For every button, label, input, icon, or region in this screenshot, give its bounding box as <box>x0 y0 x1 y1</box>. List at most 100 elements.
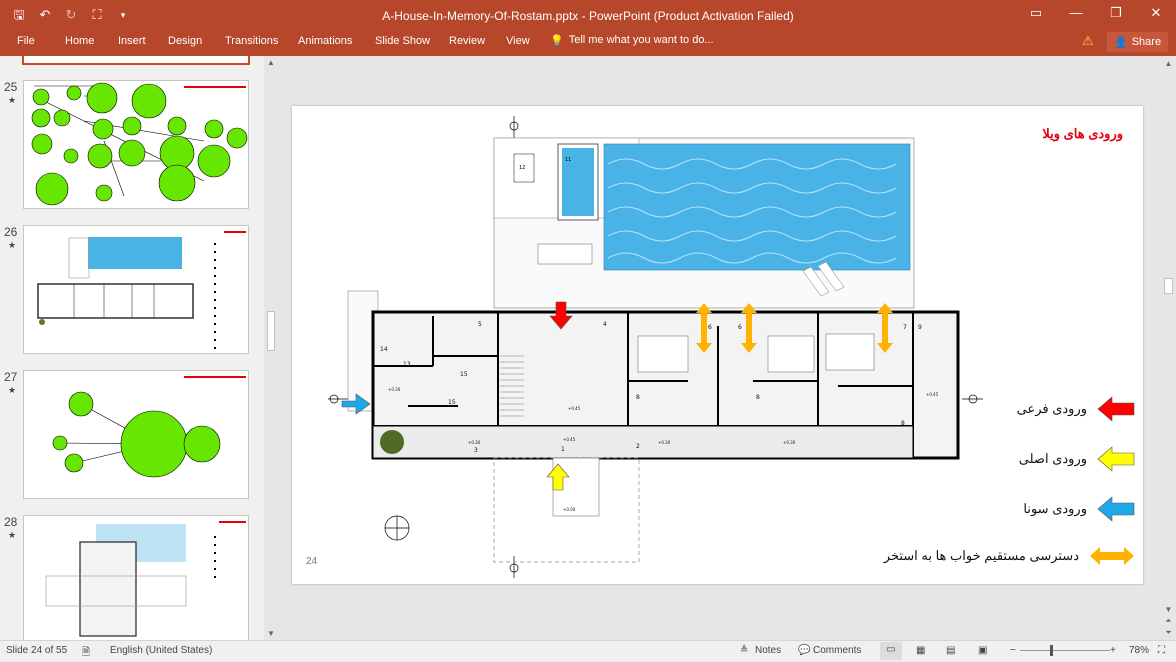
legend-label: دسترسی مستقیم خواب ها به استخر <box>883 548 1079 563</box>
previous-slide-thumbnail[interactable] <box>22 56 250 65</box>
redo-icon[interactable]: ↻ <box>62 6 80 24</box>
room-label-15b: 15 <box>460 371 468 378</box>
room-label-5: 5 <box>478 321 482 328</box>
scroll-down-icon[interactable]: ▼ <box>1161 605 1176 614</box>
tab-insert[interactable]: Insert <box>118 34 146 48</box>
level-label: +0.30 <box>658 440 671 445</box>
room-label-1: 1 <box>561 446 565 453</box>
title-bar: 🖫 ↶ ↻ ⛶ ▾ A-House-In-Memory-Of-Rostam.pp… <box>0 0 1176 32</box>
thumbnail-slide-28[interactable] <box>23 515 249 640</box>
comments-button[interactable]: Comments <box>813 645 861 656</box>
room-label-8a: 8 <box>636 394 640 401</box>
room-label-7: 7 <box>903 324 907 331</box>
room-label-12: 12 <box>519 165 525 171</box>
double-arrow-icon <box>1090 547 1134 565</box>
fit-to-window-icon[interactable]: ⛶ <box>1158 645 1165 656</box>
normal-view-icon[interactable]: ▭ <box>880 642 902 660</box>
room-label-4: 4 <box>603 321 607 328</box>
legend-label: ورودی فرعی <box>1016 401 1087 416</box>
bubble-diagram-thumbnail <box>31 82 248 206</box>
zoom-out-icon[interactable]: − <box>1010 645 1016 656</box>
tab-transitions[interactable]: Transitions <box>225 34 278 48</box>
tab-design[interactable]: Design <box>168 34 202 48</box>
thumbnail-number: 26 <box>4 225 18 239</box>
spell-check-icon[interactable]: 🗎 <box>82 645 90 662</box>
room-label-11: 11 <box>565 157 571 163</box>
scroll-thumb[interactable] <box>267 311 275 351</box>
share-button[interactable]: 👤 Share <box>1107 32 1169 52</box>
tab-file[interactable]: File <box>17 34 35 48</box>
minimize-button[interactable]: — <box>1056 0 1096 28</box>
thumbnail-scrollbar[interactable]: ▲ ▼ <box>264 56 278 640</box>
thumbnail-number: 28 <box>4 515 18 529</box>
legend-main-entry: ورودی اصلی <box>1019 446 1135 472</box>
share-label: Share <box>1131 36 1162 48</box>
floor-plan-thumbnail <box>45 521 246 637</box>
slide-page-number: 24 <box>306 556 318 567</box>
restore-button[interactable]: ❐ <box>1096 0 1136 28</box>
zoom-slider-handle[interactable] <box>1050 645 1053 656</box>
quick-access-toolbar: 🖫 ↶ ↻ ⛶ ▾ <box>10 6 132 24</box>
level-label: +0.30 <box>783 440 796 445</box>
slide-title[interactable]: ورودی های ویلا <box>1042 126 1123 142</box>
current-slide[interactable]: ورودی های ویلا 12 11 4 5 6 6 7 9 14 13 1… <box>292 106 1143 584</box>
scroll-down-icon[interactable]: ▼ <box>264 629 278 638</box>
legend-side-entry: ورودی فرعی <box>1017 396 1135 422</box>
tab-home[interactable]: Home <box>65 34 94 48</box>
save-icon[interactable]: 🖫 <box>10 6 28 24</box>
presenter-icon[interactable]: ⛶ <box>88 6 106 24</box>
thumbnail-slide-27[interactable] <box>23 370 249 499</box>
thumbnail-slide-26[interactable] <box>23 225 249 354</box>
scroll-up-icon[interactable]: ▲ <box>1161 59 1176 68</box>
room-label-9: 9 <box>918 324 922 331</box>
language-indicator[interactable]: English (United States) <box>110 645 212 656</box>
tab-slide-show[interactable]: Slide Show <box>375 34 430 48</box>
blue-arrow-icon <box>1097 496 1135 522</box>
level-label: +0.00 <box>563 507 576 512</box>
level-label: +0.45 <box>926 392 939 397</box>
animation-star-icon: ★ <box>8 530 17 540</box>
level-label: +0.45 <box>568 406 581 411</box>
zoom-level[interactable]: 78% <box>1129 645 1149 656</box>
legend-label: ورودی اصلی <box>1018 451 1087 466</box>
tab-review[interactable]: Review <box>449 34 485 48</box>
warning-icon[interactable]: ⚠ <box>1082 33 1094 49</box>
reading-view-icon[interactable]: ▤ <box>946 645 955 656</box>
previous-slide-icon[interactable]: ⏶ <box>1161 616 1176 626</box>
room-label-6a: 6 <box>708 324 712 331</box>
room-label-3: 3 <box>474 447 478 454</box>
tell-me-box[interactable]: 💡 Tell me what you want to do... <box>550 34 714 47</box>
status-bar: Slide 24 of 55 🗎 English (United States)… <box>0 640 1176 661</box>
slide-scrollbar[interactable]: ▲ ▼ ⏶ ⏷ <box>1161 56 1176 640</box>
room-label-6b: 6 <box>738 324 742 331</box>
scroll-up-icon[interactable]: ▲ <box>264 58 278 67</box>
slide-editing-canvas: ورودی های ویلا 12 11 4 5 6 6 7 9 14 13 1… <box>283 56 1161 640</box>
document-title: A-House-In-Memory-Of-Rostam.pptx - Power… <box>382 9 794 23</box>
bubble-diagram-thumbnail <box>52 376 246 478</box>
customize-qat-icon[interactable]: ▾ <box>114 6 132 24</box>
yellow-arrow-icon <box>1097 446 1135 472</box>
zoom-slider[interactable] <box>1020 650 1110 651</box>
animation-star-icon: ★ <box>8 240 17 250</box>
next-slide-icon[interactable]: ⏷ <box>1161 628 1176 638</box>
tab-view[interactable]: View <box>506 34 530 48</box>
thumbnail-slide-25[interactable] <box>23 80 249 209</box>
zoom-in-icon[interactable]: + <box>1110 645 1116 656</box>
slide-thumbnail-pane: 25 ★ 26 ★ 27 ★ 28 ★ <box>0 56 264 640</box>
scroll-thumb[interactable] <box>1164 278 1173 294</box>
tab-animations[interactable]: Animations <box>298 34 352 48</box>
notes-button[interactable]: Notes <box>755 645 781 656</box>
close-button[interactable]: ✕ <box>1136 0 1176 28</box>
window-controls: ▭ — ❐ ✕ <box>1016 0 1176 28</box>
comments-icon: 💬 <box>798 645 811 656</box>
slide-sorter-icon[interactable]: ▦ <box>916 645 925 656</box>
level-label: +0.30 <box>468 440 481 445</box>
undo-icon[interactable]: ↶ <box>36 6 54 24</box>
floor-plan-thumbnail <box>37 231 246 349</box>
ribbon-display-icon[interactable]: ▭ <box>1016 0 1056 28</box>
level-label: +0.45 <box>563 437 576 442</box>
room-label-8b: 8 <box>756 394 760 401</box>
slide-show-icon[interactable]: ▣ <box>978 645 987 656</box>
level-label: +0.30 <box>388 387 401 392</box>
villa-floor-plan: 12 11 4 5 6 6 7 9 14 13 15 15 8 8 8 3 2 … <box>328 116 983 578</box>
